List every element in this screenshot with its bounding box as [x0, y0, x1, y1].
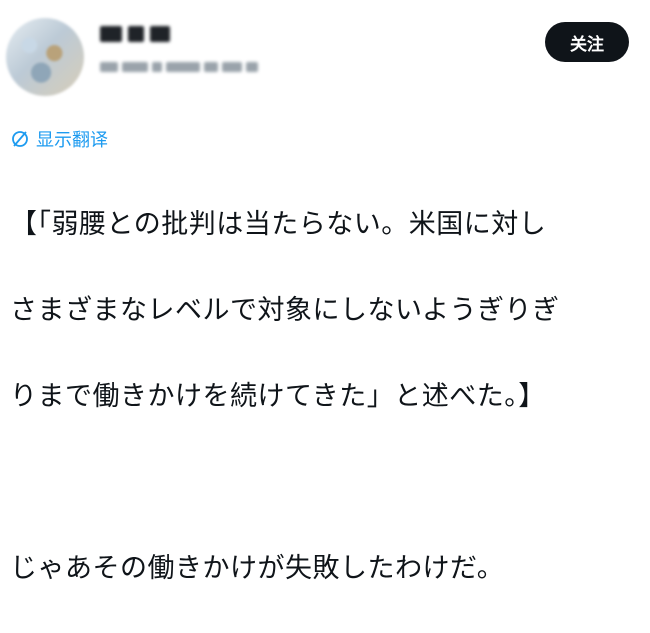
globe-slash-icon — [12, 131, 28, 147]
post-header: 关注 — [0, 0, 650, 110]
show-translation-label: 显示翻译 — [36, 130, 108, 151]
avatar[interactable] — [6, 18, 84, 96]
post-text-line: りまで働きかけを続けてきた」と述べた。】 — [10, 381, 546, 412]
post-text-line: じゃあその働きかけが失敗したわけだ。 — [10, 553, 505, 584]
display-name-redacted[interactable] — [100, 26, 170, 42]
user-handle-redacted[interactable] — [100, 62, 258, 72]
show-translation-link[interactable]: 显示翻译 — [10, 126, 108, 152]
post-body: 【「弱腰との批判は当たらない。米国に対し さまざまなレベルで対象にしないようぎり… — [10, 160, 645, 633]
post-text-line: 【「弱腰との批判は当たらない。米国に対し — [10, 209, 547, 240]
follow-button[interactable]: 关注 — [545, 22, 629, 62]
post-text-line: さまざまなレベルで対象にしないようぎりぎ — [10, 295, 560, 326]
